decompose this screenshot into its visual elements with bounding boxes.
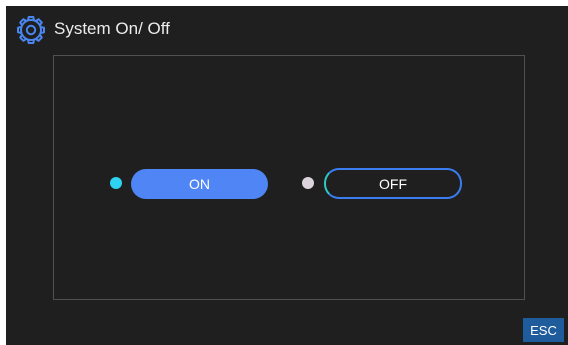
header: System On/ Off [6, 6, 568, 46]
page-title: System On/ Off [54, 19, 170, 38]
on-button-label: ON [189, 176, 210, 192]
control-panel: ON OFF [53, 55, 525, 300]
off-button-label: OFF [379, 175, 407, 192]
system-screen: System On/ Off ON OFF ESC [6, 6, 568, 345]
off-button[interactable]: OFF [324, 168, 462, 199]
gear-icon[interactable] [16, 15, 46, 45]
off-indicator-dot [302, 177, 314, 189]
on-indicator-dot [110, 177, 122, 189]
on-button[interactable]: ON [131, 169, 268, 199]
esc-button[interactable]: ESC [523, 318, 564, 342]
esc-button-label: ESC [530, 322, 557, 338]
